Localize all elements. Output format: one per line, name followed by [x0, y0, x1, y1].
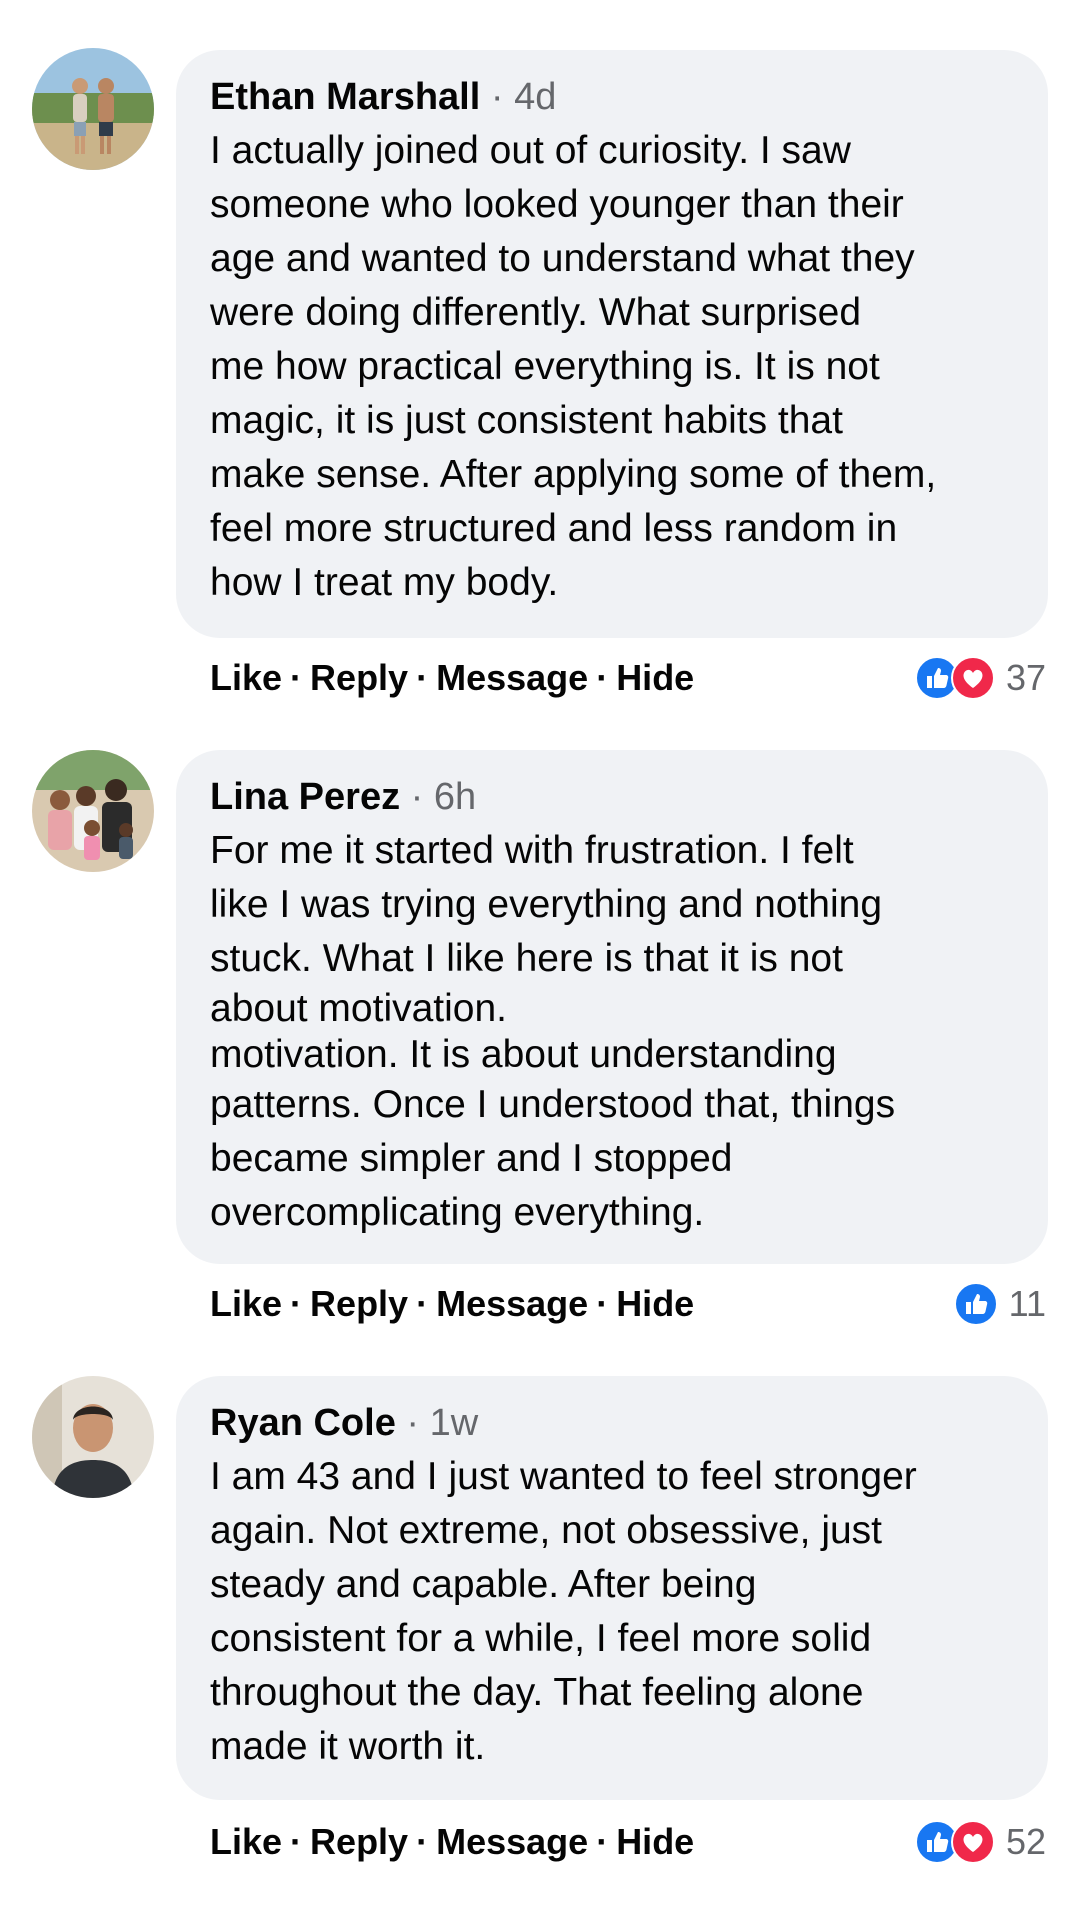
comment-line: I actually joined out of curiosity. I sa…: [210, 129, 851, 172]
comment-meta: Ethan Marshall · 4d: [210, 72, 1014, 122]
comment-text: I am 43 and I just wanted to feel strong…: [210, 1450, 1014, 1774]
reply-button[interactable]: Reply: [310, 657, 408, 698]
reaction-summary[interactable]: 37: [914, 654, 1046, 702]
comment-line: were doing differently. What surprised: [210, 291, 862, 334]
action-separator: ·: [416, 657, 429, 698]
message-button[interactable]: Message: [436, 1821, 588, 1862]
action-separator: ·: [596, 1283, 609, 1324]
love-icon: [950, 655, 996, 701]
comment-actions: Like · Reply · Message · Hide: [210, 1280, 694, 1328]
comment-line: like I was trying everything and nothing: [210, 883, 883, 926]
comment-line: make sense. After applying some of them,: [210, 453, 937, 496]
comment-line: steady and capable. After being: [210, 1563, 757, 1606]
comment-line: someone who looked younger than their: [210, 183, 904, 226]
like-icon: [953, 1281, 999, 1327]
meta-separator: ·: [490, 76, 504, 118]
comment-line: feel more structured and less random in: [210, 507, 898, 550]
comment-meta: Lina Perez · 6h: [210, 772, 1014, 822]
action-separator: ·: [290, 1283, 303, 1324]
reply-button[interactable]: Reply: [310, 1283, 408, 1324]
like-button[interactable]: Like: [210, 1821, 282, 1862]
message-button[interactable]: Message: [436, 657, 588, 698]
meta-separator: ·: [410, 776, 424, 818]
comment-line: stuck. What I like here is that it is no…: [210, 937, 843, 980]
comment-actions: Like · Reply · Message · Hide: [210, 1818, 694, 1866]
action-separator: ·: [416, 1821, 429, 1862]
comment-line: me how practical everything is. It is no…: [210, 345, 880, 388]
comment-line: became simpler and I stopped: [210, 1137, 733, 1180]
reaction-count: 52: [1005, 1821, 1046, 1862]
like-button[interactable]: Like: [210, 657, 282, 698]
comment-line: age and wanted to understand what they: [210, 237, 915, 280]
comment-line: overcomplicating everything.: [210, 1191, 705, 1234]
meta-separator: ·: [406, 1402, 420, 1444]
avatar[interactable]: [32, 48, 154, 170]
comment-text: I actually joined out of curiosity. I sa…: [210, 124, 1014, 610]
comment-line: magic, it is just consistent habits that: [210, 399, 843, 442]
comment-line: For me it started with frustration. I fe…: [210, 829, 854, 872]
action-separator: ·: [290, 657, 303, 698]
comment-line: consistent for a while, I feel more soli…: [210, 1617, 872, 1660]
action-separator: ·: [596, 657, 609, 698]
comment-bubble: Lina Perez · 6h For me it started with f…: [176, 750, 1048, 1264]
comment-line: motivation. It is about understanding: [210, 1033, 837, 1076]
comment-line: again. Not extreme, not obsessive, just: [210, 1509, 883, 1552]
comment-meta: Ryan Cole · 1w: [210, 1398, 1014, 1448]
comment-line: how I treat my body.: [210, 561, 559, 604]
author-name[interactable]: Lina Perez: [210, 776, 400, 818]
comment-timestamp[interactable]: 4d: [514, 76, 556, 118]
like-button[interactable]: Like: [210, 1283, 282, 1324]
comment-timestamp[interactable]: 6h: [434, 776, 476, 818]
comment-line: I am 43 and I just wanted to feel strong…: [210, 1455, 917, 1498]
comment-bubble: Ryan Cole · 1w I am 43 and I just wanted…: [176, 1376, 1048, 1800]
comment-line: about motivation.: [210, 987, 508, 1030]
reaction-summary[interactable]: 11: [953, 1280, 1046, 1328]
avatar[interactable]: [32, 750, 154, 872]
comment-bubble: Ethan Marshall · 4d I actually joined ou…: [176, 50, 1048, 638]
love-icon: [950, 1819, 996, 1865]
reaction-count: 37: [1005, 657, 1046, 698]
action-separator: ·: [596, 1821, 609, 1862]
author-name[interactable]: Ethan Marshall: [210, 76, 480, 118]
reaction-summary[interactable]: 52: [914, 1818, 1046, 1866]
hide-button[interactable]: Hide: [616, 657, 694, 698]
comment-line: throughout the day. That feeling alone: [210, 1671, 864, 1714]
reaction-count: 11: [1008, 1283, 1046, 1324]
comment-timestamp[interactable]: 1w: [430, 1402, 479, 1444]
avatar[interactable]: [32, 1376, 154, 1498]
message-button[interactable]: Message: [436, 1283, 588, 1324]
action-separator: ·: [290, 1821, 303, 1862]
action-separator: ·: [416, 1283, 429, 1324]
comment-text: For me it started with frustration. I fe…: [210, 824, 1014, 1240]
comment-actions: Like · Reply · Message · Hide: [210, 654, 694, 702]
author-name[interactable]: Ryan Cole: [210, 1402, 396, 1444]
hide-button[interactable]: Hide: [616, 1283, 694, 1324]
comment-line: made it worth it.: [210, 1725, 486, 1768]
reply-button[interactable]: Reply: [310, 1821, 408, 1862]
hide-button[interactable]: Hide: [616, 1821, 694, 1862]
comment-line: patterns. Once I understood that, things: [210, 1083, 896, 1126]
